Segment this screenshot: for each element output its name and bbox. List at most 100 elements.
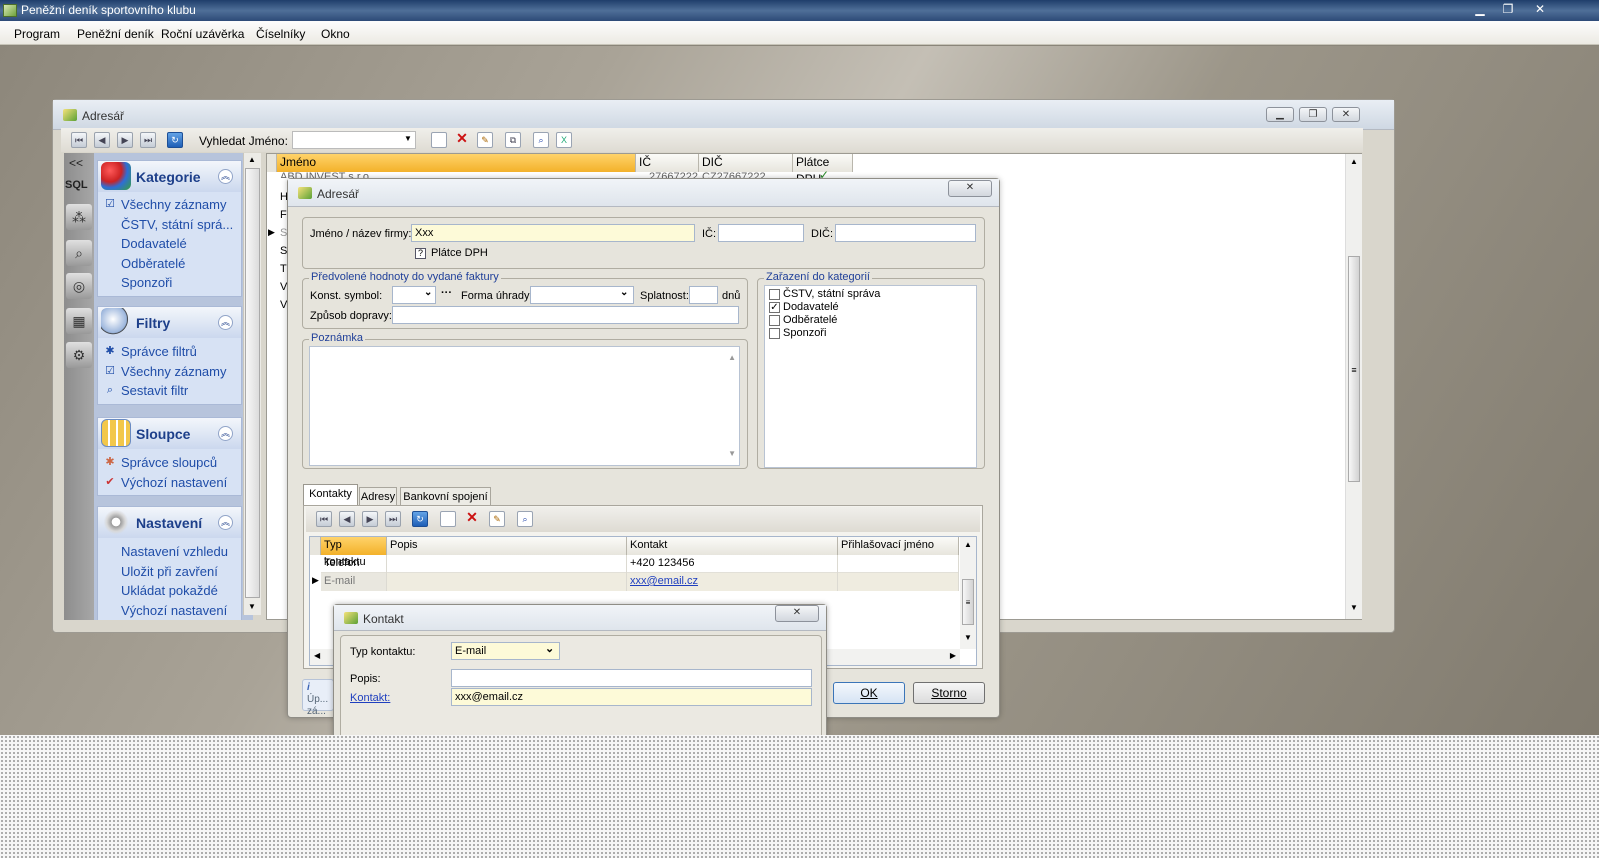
group-kategorie-header[interactable]: Kategorie ︽ [98,161,241,192]
export-excel-icon[interactable]: X [556,132,572,148]
close-icon[interactable]: ✕ [775,605,819,622]
scroll-up-icon[interactable]: ▲ [248,155,256,164]
settings-item-appearance[interactable]: Nastavení vzhledu [121,544,228,559]
category-checkbox-odberatele[interactable] [769,315,780,326]
col-header-jmeno[interactable]: Jméno [277,154,636,172]
col-header-ic[interactable]: IČ [636,154,699,172]
group-filtry-header[interactable]: Filtry ︽ [98,307,241,338]
cancel-button[interactable]: Storno [913,682,985,704]
filter-shortcut-icon[interactable]: ⌕ [66,240,92,266]
columns-item-manager[interactable]: Správce sloupců [121,455,217,470]
new-record-icon[interactable] [440,511,456,527]
category-item-cstv[interactable]: ČSTV, státní sprá... [121,217,233,232]
next-record-icon[interactable]: ▶ [362,511,378,527]
copy-record-icon[interactable]: ⧉ [505,132,521,148]
tab-bankovni-spojeni[interactable]: Bankovní spojení [400,487,491,507]
note-textarea[interactable]: ▲ ▼ [309,346,740,466]
last-record-icon[interactable]: ⏭ [140,132,156,148]
collapse-chevron-icon[interactable]: ︽ [218,515,233,530]
filter-item-build[interactable]: Sestavit filtr [121,383,188,398]
refresh-icon[interactable]: ↻ [167,132,183,148]
collapse-sidebar-button[interactable]: << [69,156,83,170]
search-name-input[interactable] [292,131,416,149]
close-icon[interactable]: ✕ [1332,107,1360,122]
delete-record-icon[interactable]: ✕ [464,509,480,525]
scroll-right-icon[interactable]: ▶ [950,651,956,660]
search-shortcut-icon[interactable]: ◎ [66,273,92,299]
table-row[interactable]: Telefon +420 123456 [321,555,959,573]
scrollbar-thumb[interactable] [245,168,260,598]
menu-okno[interactable]: Okno [321,27,350,41]
restore-icon[interactable]: ❐ [1299,107,1327,122]
scroll-left-icon[interactable]: ◀ [314,651,320,660]
first-record-icon[interactable]: ⏮ [316,511,332,527]
scrollbar-thumb[interactable]: ≡ [1348,256,1360,482]
col-header-dic[interactable]: DIČ [699,154,793,172]
menu-rocni-uzaverka[interactable]: Roční uzávěrka [161,27,244,41]
name-input[interactable]: Xxx [411,224,695,242]
menu-ciselniky[interactable]: Číselníky [256,27,305,41]
grid-scrollbar[interactable]: ▲ ≡ ▼ [1345,154,1362,619]
ok-button[interactable]: OK [833,682,905,704]
scrollbar-thumb[interactable]: ≡ [962,579,974,625]
search-record-icon[interactable]: ⌕ [533,132,549,148]
tab-kontakty[interactable]: Kontakty [303,484,358,506]
scroll-up-icon[interactable]: ▲ [964,540,972,549]
columns-shortcut-icon[interactable]: ▦ [66,308,92,334]
scroll-down-icon[interactable]: ▼ [248,602,256,611]
chevron-down-icon[interactable]: ⌄ [545,642,554,655]
forma-uhrady-select[interactable] [530,286,634,304]
category-checkbox-sponzori[interactable] [769,328,780,339]
category-checkbox-cstv[interactable] [769,289,780,300]
close-icon[interactable]: ✕ [1527,1,1553,18]
refresh-icon[interactable]: ↻ [412,511,428,527]
edit-record-icon[interactable]: ✎ [477,132,493,148]
dic-input[interactable] [835,224,976,242]
contacts-scrollbar[interactable]: ▲ ≡ ▼ [960,537,976,649]
row-initial[interactable]: T [280,263,287,275]
ic-input[interactable] [718,224,804,242]
restore-icon[interactable]: ❐ [1495,1,1521,18]
category-item-all[interactable]: Všechny záznamy [121,197,227,212]
last-record-icon[interactable]: ⏭ [385,511,401,527]
chevron-down-icon[interactable]: ⌄ [424,287,432,298]
menu-penezni-denik[interactable]: Peněžní deník [77,27,154,41]
minimize-icon[interactable]: ▁ [1266,107,1294,122]
scroll-down-icon[interactable]: ▼ [1350,603,1358,612]
scroll-up-icon[interactable]: ▲ [1350,157,1358,166]
table-row[interactable]: E-mail xxx@email.cz [321,573,959,591]
chevron-down-icon[interactable]: ⌄ [620,287,628,298]
ellipsis-button[interactable]: ··· [441,287,452,299]
doprava-input[interactable] [392,306,739,324]
menu-program[interactable]: Program [14,27,60,41]
prev-record-icon[interactable]: ◀ [94,132,110,148]
collapse-chevron-icon[interactable]: ︽ [218,169,233,184]
contact-desc-input[interactable] [451,669,812,687]
scroll-up-icon[interactable]: ▲ [728,350,736,366]
row-initial[interactable]: F [280,209,287,221]
contact-type-select[interactable]: E-mail [451,642,560,660]
columns-item-default[interactable]: Výchozí nastavení [121,475,227,490]
col-header-kontakt[interactable]: Kontakt [627,537,838,555]
category-item-sponzori[interactable]: Sponzoři [121,275,172,290]
sql-button[interactable]: SQL [65,179,88,191]
tab-adresy[interactable]: Adresy [359,487,397,507]
category-item-odberatele[interactable]: Odběratelé [121,256,185,271]
settings-item-save-always[interactable]: Ukládat pokaždé [121,583,218,598]
contact-value-link[interactable]: Kontakt: [350,692,390,704]
settings-item-default[interactable]: Výchozí nastavení [121,603,227,618]
first-record-icon[interactable]: ⏮ [71,132,87,148]
scroll-down-icon[interactable]: ▼ [964,633,972,642]
group-nastaveni-header[interactable]: Nastavení ︽ [98,507,241,538]
category-item-dodavatele[interactable]: Dodavatelé [121,236,187,251]
scroll-down-icon[interactable]: ▼ [728,446,736,462]
delete-record-icon[interactable]: ✕ [454,130,470,146]
filter-item-all[interactable]: Všechny záznamy [121,364,227,379]
col-header-login[interactable]: Přihlašovací jméno [838,537,959,555]
close-icon[interactable]: ✕ [948,180,992,197]
contact-value-input[interactable]: xxx@email.cz [451,688,812,706]
settings-shortcut-icon[interactable]: ⚙ [66,342,92,368]
prev-record-icon[interactable]: ◀ [339,511,355,527]
category-checkbox-dodavatele[interactable]: ✓ [769,302,780,313]
new-record-icon[interactable] [431,132,447,148]
